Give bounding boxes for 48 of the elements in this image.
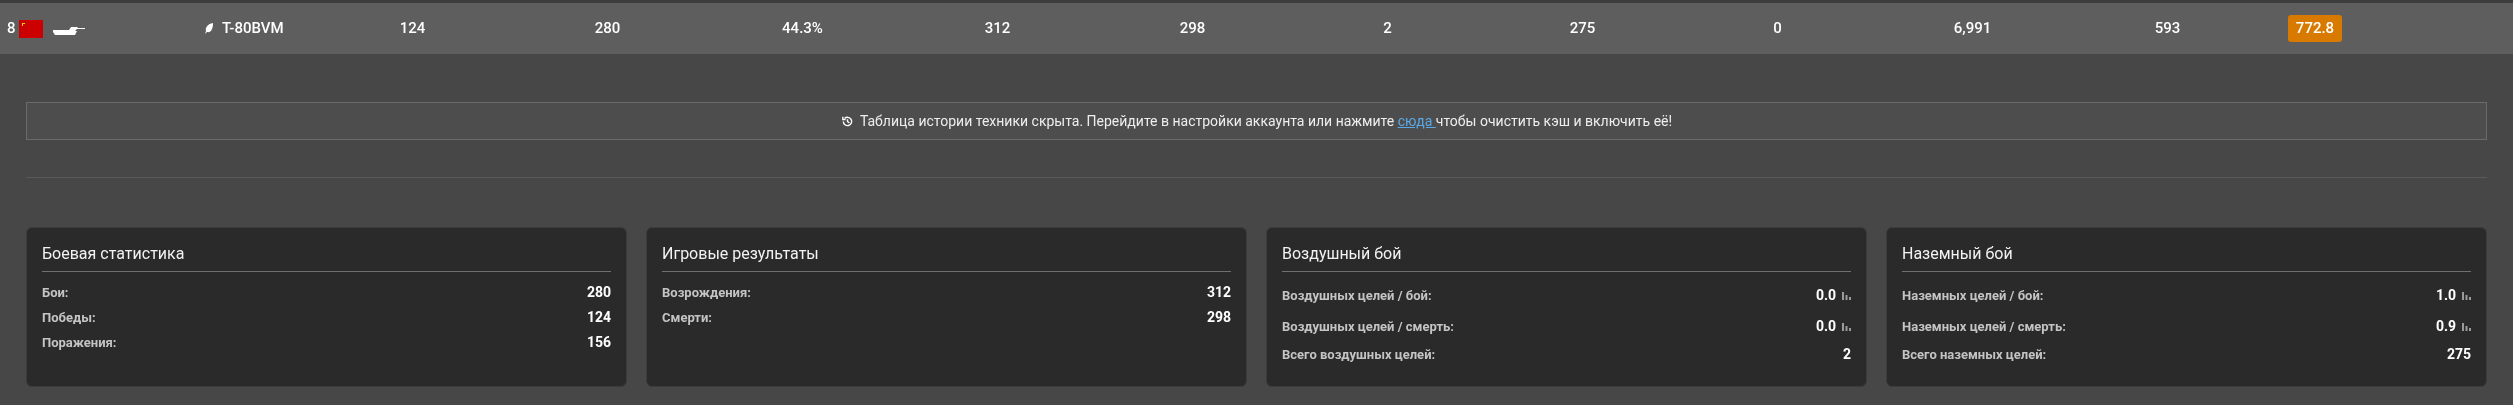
card-title: Боевая статистика: [42, 242, 611, 272]
table-cell-text: 275: [1569, 18, 1596, 40]
stat-label: Смерти:: [662, 308, 713, 327]
table-cell-text: 6,991: [1953, 18, 1992, 40]
table-cell-text: 124: [399, 18, 426, 40]
stat-value: 0.9: [2435, 317, 2456, 336]
bar-chart-icon[interactable]: [2462, 322, 2471, 331]
flag-icon: [18, 19, 43, 38]
history-icon: [840, 114, 854, 128]
stat-label: Наземных целей / смерть:: [1902, 317, 2066, 336]
stat-label: Возрождения:: [662, 283, 751, 302]
notice-text: Таблица истории техники скрыта. Перейдите в настройки аккаунта или нажмите сюда чтобы очистить кэш и включить её!: [859, 111, 1673, 131]
stat-label: Бои:: [42, 283, 69, 302]
stat-value: 124: [586, 308, 611, 327]
stat-value: 0.0: [1815, 317, 1836, 336]
stat-label: Всего наземных целей:: [1902, 345, 2047, 364]
bar-chart-icon[interactable]: [2462, 291, 2471, 300]
score-badge: 772.8: [2287, 15, 2343, 42]
stat-value: 1.0: [2435, 286, 2456, 305]
stat-value: 280: [586, 283, 611, 302]
table-cell-text: 312: [984, 18, 1011, 40]
stat-value: 312: [1206, 283, 1231, 302]
bar-chart-icon[interactable]: [1842, 291, 1851, 300]
stat-label: Поражения:: [42, 333, 117, 352]
stat-value: 156: [586, 333, 611, 352]
table-cell-text: 593: [2154, 18, 2181, 40]
card-title: Наземный бой: [1902, 242, 2471, 272]
stat-value: 275: [2446, 345, 2471, 364]
leaf-icon: [205, 23, 214, 34]
rank-text: 8: [7, 18, 16, 40]
stat-label: Всего воздушных целей:: [1282, 345, 1436, 364]
clear-cache-link[interactable]: сюда: [1397, 112, 1436, 129]
table-cell-text: 44.3%: [782, 18, 823, 40]
card-title: Игровые результаты: [662, 242, 1231, 272]
stat-value: 298: [1206, 308, 1231, 327]
card-title: Воздушный бой: [1282, 242, 1851, 272]
stat-value: 2: [1842, 345, 1851, 364]
table-cell-text: 2: [1383, 18, 1392, 40]
table-cell-text: 0: [1773, 18, 1782, 40]
stat-label: Воздушных целей / бой:: [1282, 286, 1432, 305]
stat-value: 0.0: [1815, 286, 1836, 305]
stat-label: Победы:: [42, 308, 96, 327]
stat-label: Наземных целей / бой:: [1902, 286, 2044, 305]
table-cell-text: 298: [1179, 18, 1206, 40]
stat-label: Воздушных целей / смерть:: [1282, 317, 1454, 336]
vehicle-name[interactable]: T-80BVM: [222, 17, 284, 40]
bar-chart-icon[interactable]: [1842, 322, 1851, 331]
table-cell-text: 280: [594, 18, 621, 40]
